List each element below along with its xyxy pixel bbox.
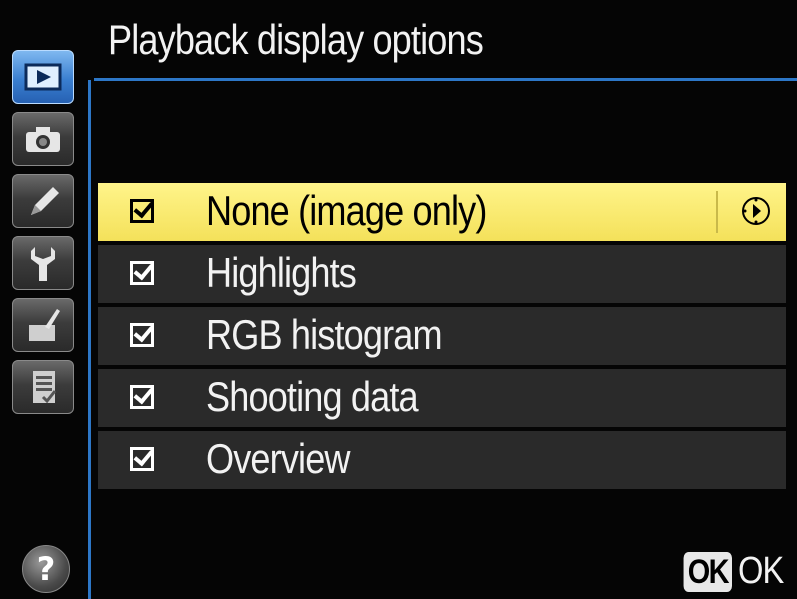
ok-button-icon: OK	[683, 551, 733, 592]
option-label: Overview	[206, 435, 351, 482]
frame-divider-top	[94, 78, 797, 81]
option-label: RGB histogram	[206, 311, 443, 358]
ok-confirm[interactable]: OK OK	[675, 550, 791, 593]
pencil-icon	[31, 187, 59, 215]
my-menu-list-icon	[33, 371, 57, 404]
checkbox-icon[interactable]	[130, 323, 154, 347]
row-divider	[716, 191, 718, 233]
option-rgb-histogram[interactable]: RGB histogram	[98, 307, 786, 365]
ok-label: OK	[738, 550, 784, 592]
menu-tab-strip	[6, 50, 82, 470]
checkbox-icon[interactable]	[130, 385, 154, 409]
camera-icon	[26, 127, 60, 152]
option-label: Highlights	[206, 249, 357, 296]
checkbox-icon[interactable]	[130, 199, 154, 223]
multi-selector-right-icon	[742, 197, 770, 225]
option-label: None (image only)	[206, 187, 487, 234]
tab-custom-settings-menu[interactable]	[12, 174, 74, 228]
option-label: Shooting data	[206, 373, 419, 420]
option-none-image-only[interactable]: None (image only)	[98, 183, 786, 241]
option-shooting-data[interactable]: Shooting data	[98, 369, 786, 427]
camera-menu-screen: Playback display options ? None (image o…	[0, 0, 797, 599]
page-title: Playback display options	[108, 16, 484, 63]
help-button[interactable]: ?	[22, 545, 70, 593]
tab-setup-menu[interactable]	[12, 236, 74, 290]
tab-shooting-menu[interactable]	[12, 112, 74, 166]
options-list: None (image only) Highlights RGB histogr…	[98, 183, 786, 493]
playback-icon	[24, 63, 62, 91]
tab-retouch-menu[interactable]	[12, 298, 74, 352]
retouch-brush-icon	[29, 309, 60, 341]
option-overview[interactable]: Overview	[98, 431, 786, 489]
option-highlights[interactable]: Highlights	[98, 245, 786, 303]
wrench-icon	[31, 247, 55, 281]
tab-my-menu[interactable]	[12, 360, 74, 414]
tab-playback-menu[interactable]	[12, 50, 74, 104]
checkbox-icon[interactable]	[130, 261, 154, 285]
frame-divider-left	[88, 80, 91, 599]
checkbox-icon[interactable]	[130, 447, 154, 471]
